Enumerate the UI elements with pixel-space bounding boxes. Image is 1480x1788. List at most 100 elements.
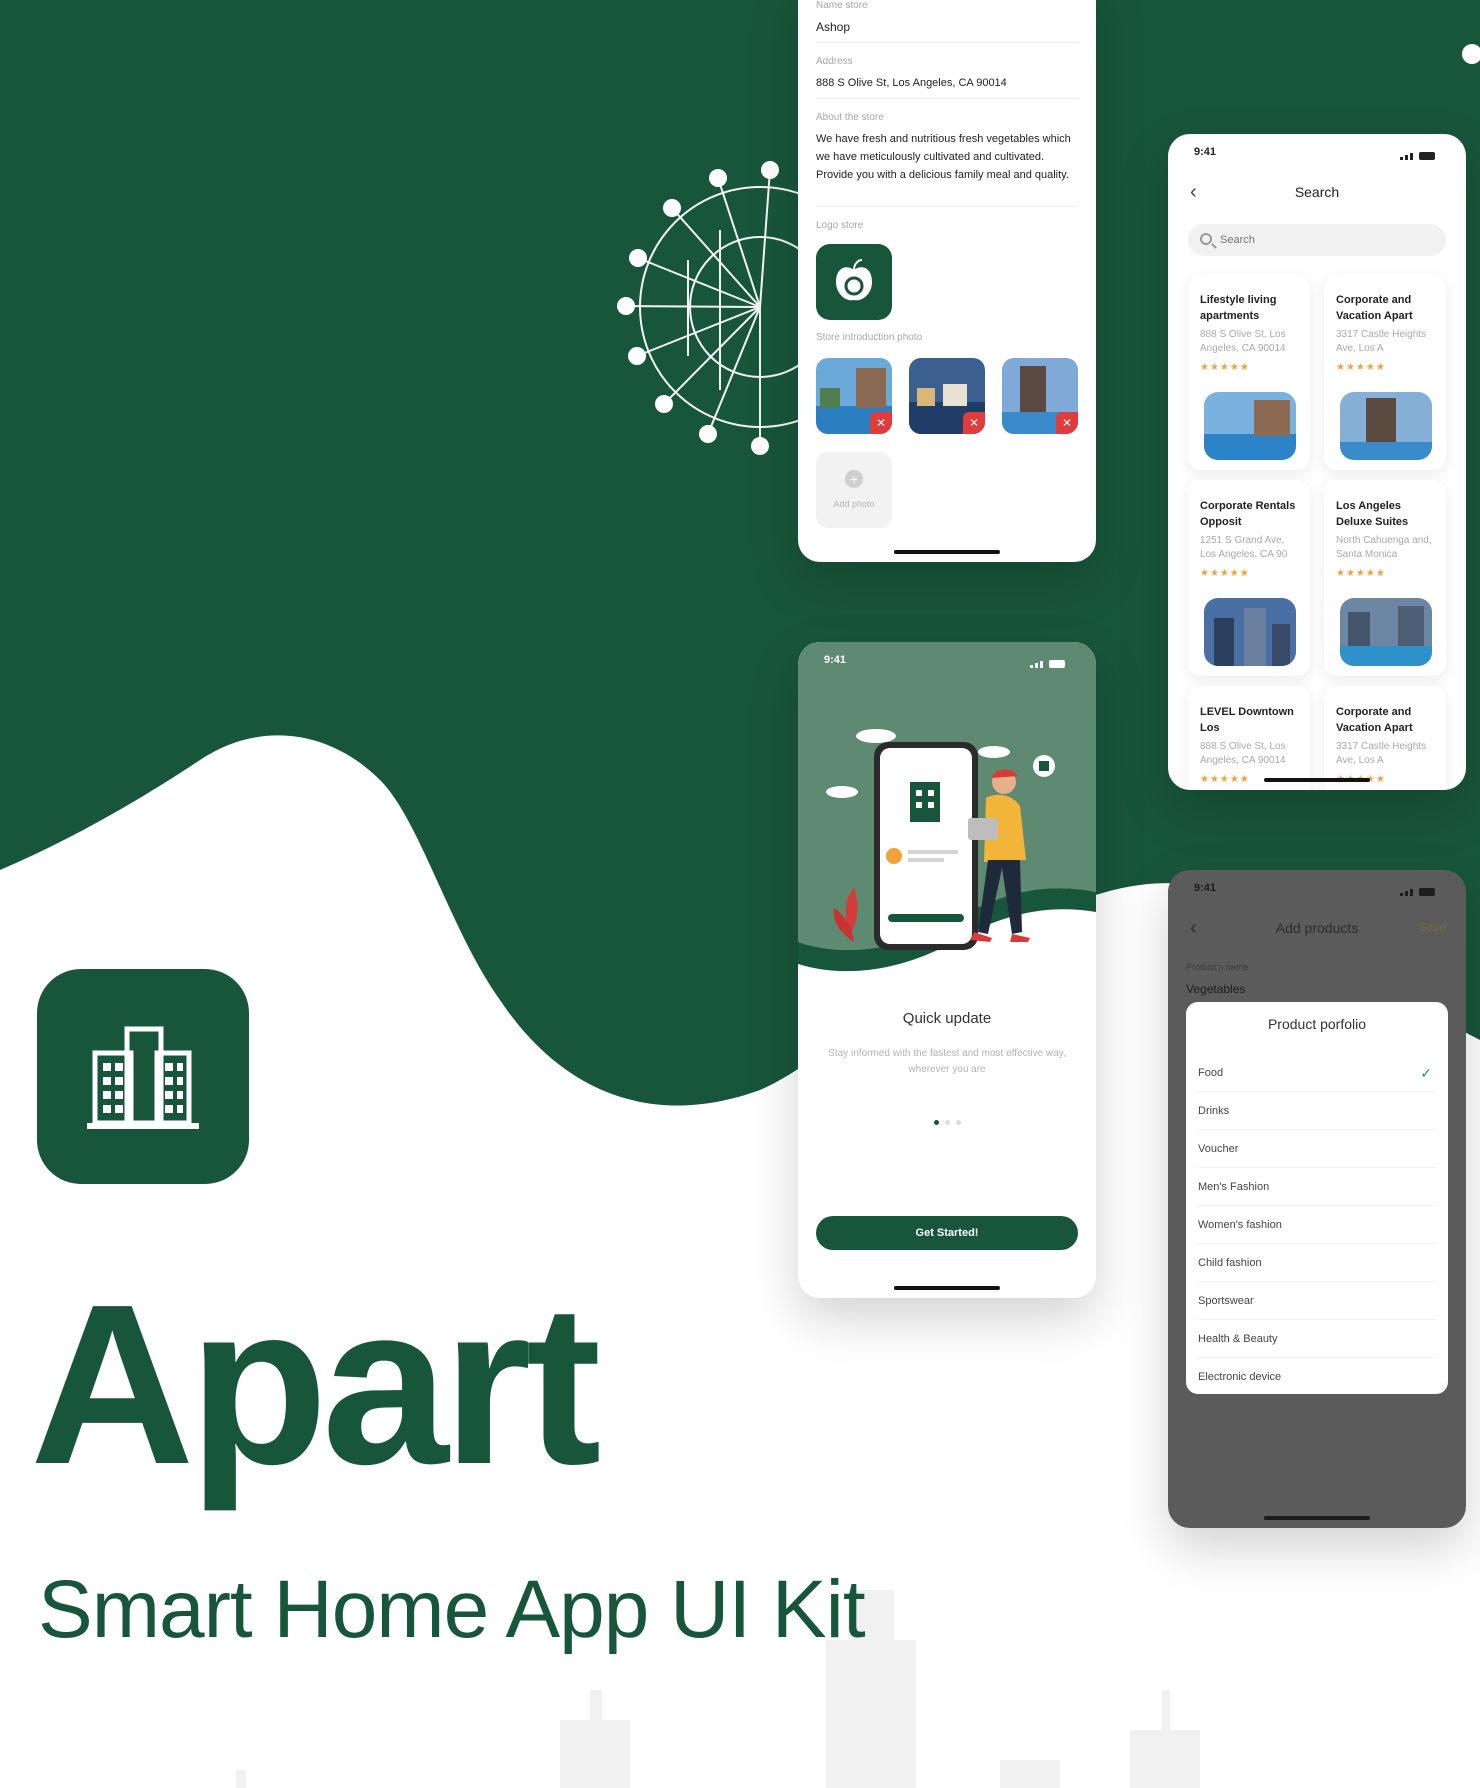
option-label: Health & Beauty xyxy=(1198,1333,1278,1345)
result-address: 3317 Castle Heights Ave, Los A xyxy=(1336,741,1427,766)
signal-battery-icon xyxy=(1400,884,1444,896)
result-card[interactable]: Corporate Rentals Opposit 1251 S Grand A… xyxy=(1188,480,1310,676)
option-label: Women's fashion xyxy=(1198,1219,1282,1231)
rating-stars: ★★★★★ xyxy=(1336,362,1386,373)
option-label: Sportswear xyxy=(1198,1295,1254,1307)
product-portfolio-modal: Product porfolio Food ✓ Drinks Voucher Me… xyxy=(1186,1002,1448,1394)
result-card[interactable]: Los Angeles Deluxe Suites North Cahuenga… xyxy=(1324,480,1446,676)
search-input[interactable] xyxy=(1220,232,1420,248)
result-title: Los Angeles Deluxe Suites xyxy=(1336,500,1409,528)
remove-photo-button[interactable]: ✕ xyxy=(963,412,985,434)
status-bar: 9:41 xyxy=(1194,146,1444,160)
result-image xyxy=(1204,392,1296,460)
status-bar: 9:41 xyxy=(1194,882,1444,896)
home-indicator xyxy=(894,1286,1000,1290)
result-card[interactable]: LEVEL Downtown Los 888 S Olive St, Los A… xyxy=(1188,686,1310,790)
rating-stars: ★★★★★ xyxy=(1336,568,1386,579)
product-name-label: Product's name xyxy=(1186,962,1249,972)
portfolio-option[interactable]: Sportswear xyxy=(1198,1282,1436,1320)
result-address: North Cahuenga and, Santa Monica xyxy=(1336,535,1432,560)
modal-title: Product porfolio xyxy=(1267,1016,1367,1032)
result-card[interactable]: Lifestyle living apartments 888 S Olive … xyxy=(1188,274,1310,470)
name-store-value[interactable]: Ashop xyxy=(816,18,1078,36)
add-products-screen: 9:41 ‹ Add products Save Product's name … xyxy=(1168,870,1466,1528)
option-label: Men's Fashion xyxy=(1198,1181,1270,1193)
result-image xyxy=(1340,392,1432,460)
search-icon xyxy=(1200,233,1212,245)
result-image xyxy=(1340,598,1432,666)
result-title: Corporate Rentals Opposit xyxy=(1200,500,1296,528)
about-label: About the store xyxy=(816,112,884,123)
result-title: LEVEL Downtown Los xyxy=(1200,706,1294,734)
rating-stars: ★★★★★ xyxy=(1200,568,1250,579)
remove-photo-button[interactable]: ✕ xyxy=(1056,412,1078,434)
store-photo[interactable]: ✕ xyxy=(909,358,985,434)
option-label: Voucher xyxy=(1198,1143,1239,1155)
buildings-icon xyxy=(87,1026,199,1129)
save-button[interactable]: Save xyxy=(1419,920,1446,934)
search-title: Search xyxy=(1294,184,1340,200)
store-photo[interactable]: ✕ xyxy=(816,358,892,434)
get-started-button[interactable]: Get Started! xyxy=(816,1216,1078,1250)
portfolio-option[interactable]: Voucher xyxy=(1198,1130,1436,1168)
result-address: 3317 Castle Heights Ave, Los A xyxy=(1336,329,1427,354)
signal-battery-icon xyxy=(1030,656,1074,668)
home-indicator xyxy=(894,550,1000,554)
divider xyxy=(816,42,1078,43)
result-address: 888 S Olive St, Los Angeles, CA 90014 xyxy=(1200,741,1286,766)
app-icon xyxy=(37,969,249,1184)
remove-photo-button[interactable]: ✕ xyxy=(870,412,892,434)
home-indicator xyxy=(1264,778,1370,782)
about-value[interactable]: We have fresh and nutritious fresh veget… xyxy=(816,130,1078,184)
option-label: Electronic device xyxy=(1198,1371,1282,1383)
apple-logo-icon xyxy=(836,259,872,301)
logo-store-label: Logo store xyxy=(816,220,864,231)
brand-name: Apart xyxy=(30,1258,601,1512)
result-title: Lifestyle living apartments xyxy=(1200,294,1277,322)
search-bar[interactable] xyxy=(1188,224,1446,256)
plus-icon: + xyxy=(845,470,863,488)
portfolio-option[interactable]: Health & Beauty xyxy=(1198,1320,1436,1358)
home-indicator xyxy=(1264,1516,1370,1520)
portfolio-option[interactable]: Electronic device xyxy=(1198,1358,1436,1396)
portfolio-option[interactable]: Women's fashion xyxy=(1198,1206,1436,1244)
portfolio-option[interactable]: Child fashion xyxy=(1198,1244,1436,1282)
result-card[interactable]: Corporate and Vacation Apart 3317 Castle… xyxy=(1324,274,1446,470)
status-bar: 9:41 xyxy=(824,654,1074,668)
check-icon: ✓ xyxy=(1420,1065,1432,1081)
logo-store-image[interactable] xyxy=(816,244,892,320)
add-photo-label: Add photo xyxy=(833,499,875,509)
result-title: Corporate and Vacation Apart xyxy=(1336,294,1413,322)
portfolio-option[interactable]: Drinks xyxy=(1198,1092,1436,1130)
option-label: Food xyxy=(1198,1067,1224,1079)
status-time: 9:41 xyxy=(1194,882,1217,894)
result-title: Corporate and Vacation Apart xyxy=(1336,706,1413,734)
brand-tagline: Smart Home App UI Kit xyxy=(38,1564,866,1655)
store-form-screen: Name store Ashop Address 888 S Olive St,… xyxy=(798,0,1096,562)
status-time: 9:41 xyxy=(824,654,847,666)
status-time: 9:41 xyxy=(1194,146,1217,158)
onboarding-description: Stay informed with the fastest and most … xyxy=(828,1048,1066,1075)
store-photo[interactable]: ✕ xyxy=(1002,358,1078,434)
name-store-label: Name store xyxy=(816,0,868,11)
option-label: Child fashion xyxy=(1198,1257,1262,1269)
rating-stars: ★★★★★ xyxy=(1200,362,1250,373)
result-image xyxy=(1204,598,1296,666)
address-value[interactable]: 888 S Olive St, Los Angeles, CA 90014 xyxy=(816,74,1078,92)
add-photo-button[interactable]: + Add photo xyxy=(816,452,892,528)
kit-cover: Name store Ashop Address 888 S Olive St,… xyxy=(0,0,1480,1788)
onboarding-screen: 9:41 Quick update Stay informed with the… xyxy=(798,642,1096,1298)
portfolio-option[interactable]: Men's Fashion xyxy=(1198,1168,1436,1206)
photos-label: Store introduction photo xyxy=(816,332,923,343)
divider xyxy=(816,206,1078,207)
address-label: Address xyxy=(816,56,853,67)
onboarding-title: Quick update xyxy=(902,1010,992,1027)
result-card[interactable]: Corporate and Vacation Apart 3317 Castle… xyxy=(1324,686,1446,790)
result-address: 1251 S Grand Ave, Los Angeles, CA 90 xyxy=(1200,535,1288,560)
product-name-value[interactable]: Vegetables xyxy=(1186,982,1245,996)
onboarding-illustration xyxy=(798,642,1096,988)
option-label: Drinks xyxy=(1198,1105,1230,1117)
result-address: 888 S Olive St, Los Angeles, CA 90014 xyxy=(1200,329,1286,354)
rating-stars: ★★★★★ xyxy=(1200,774,1250,785)
portfolio-option[interactable]: Food ✓ xyxy=(1198,1054,1436,1092)
